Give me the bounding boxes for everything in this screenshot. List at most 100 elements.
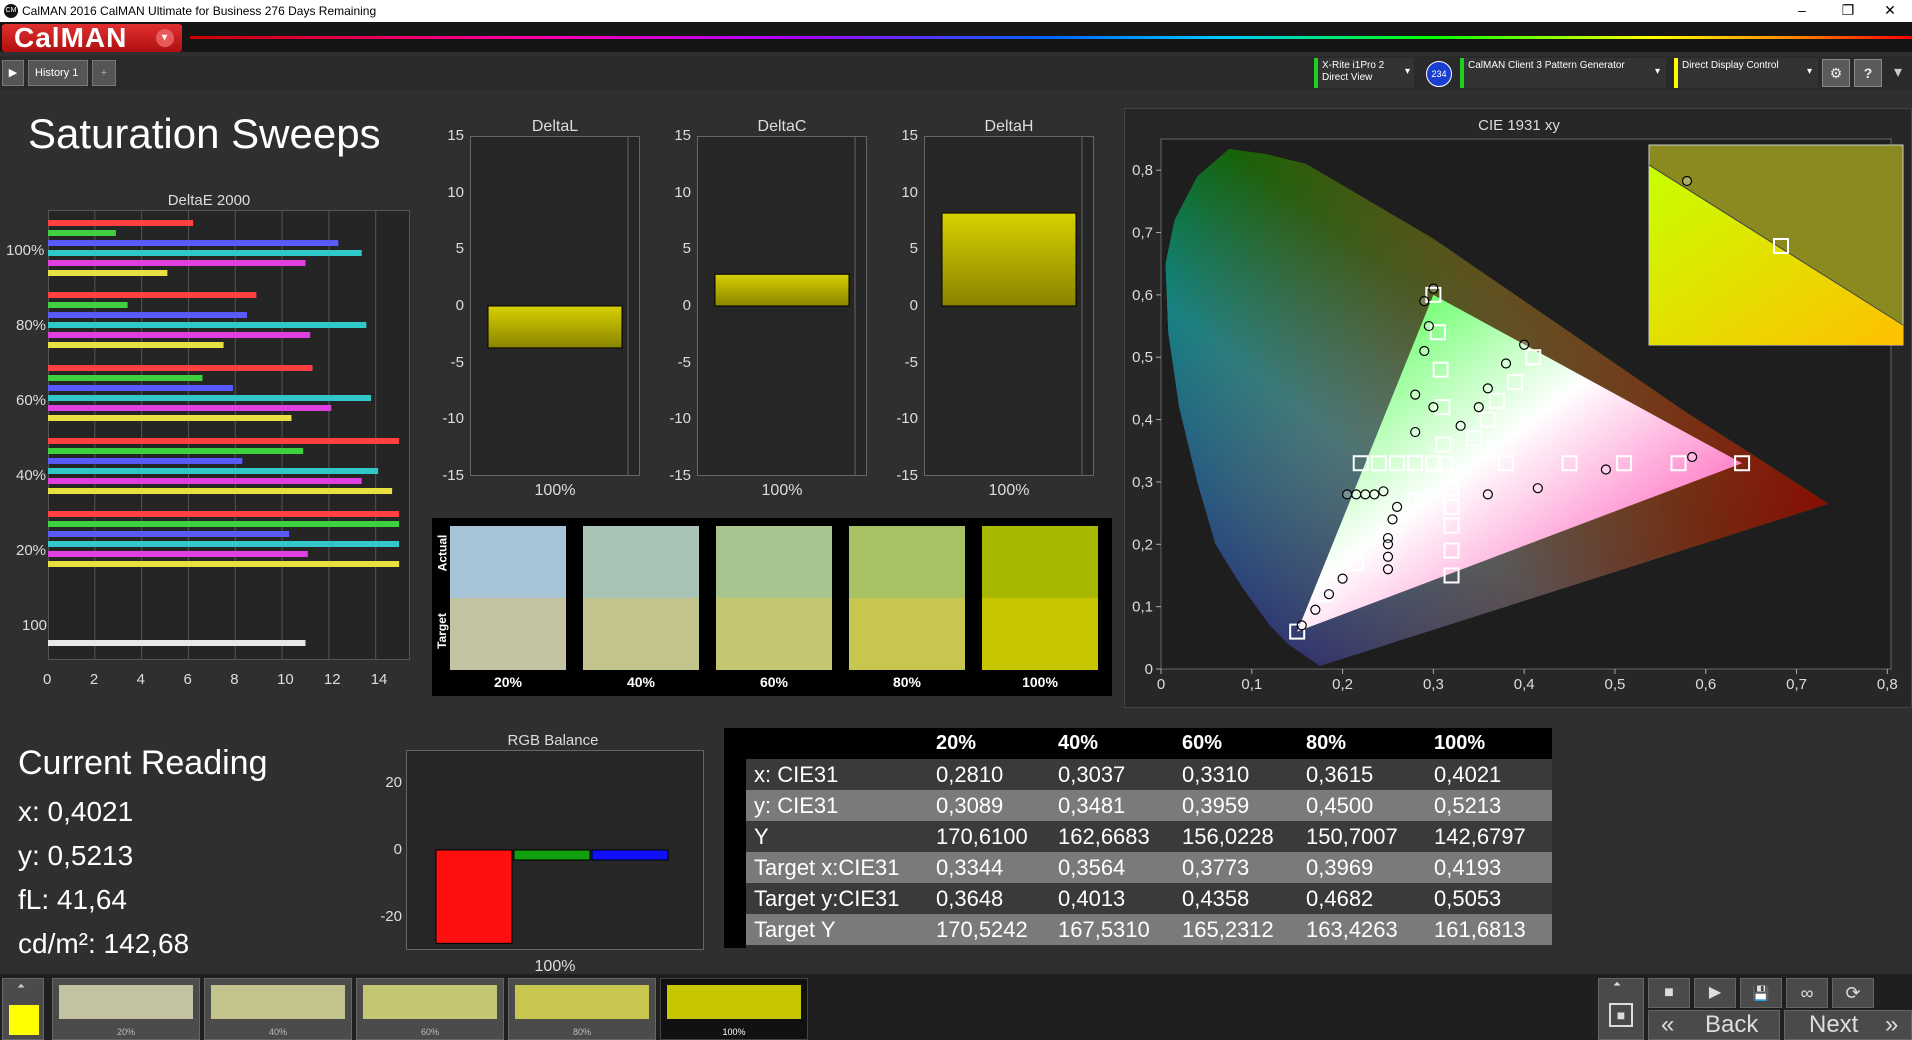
table-header-cell: 60% [1182, 732, 1223, 754]
next-button[interactable]: Next » [1784, 1010, 1912, 1040]
swatch-button[interactable]: 80% [508, 978, 656, 1040]
save-button[interactable]: 💾 [1740, 978, 1782, 1008]
deltae-x-tick: 14 [370, 671, 388, 688]
cie-y-tick: 0,5 [1132, 349, 1153, 366]
stop-button[interactable]: ⏶ ■ [1598, 978, 1644, 1040]
table-cell: 167,5310 [1058, 917, 1150, 942]
add-tab-button[interactable]: + [92, 60, 116, 86]
table-row-label: x: CIE31 [754, 762, 839, 787]
play-icon[interactable]: ▶ [2, 60, 24, 86]
swatch-button[interactable]: 40% [204, 978, 352, 1040]
meter-badge[interactable]: 234 [1426, 61, 1452, 87]
measured-marker [1382, 564, 1394, 575]
table-cell: 0,2810 [936, 762, 1004, 787]
meter-selector[interactable]: X-Rite i1Pro 2 Direct View ▾ [1314, 58, 1414, 88]
deltae-bar [48, 458, 243, 464]
deltae-bar [48, 220, 194, 226]
table-row: Y 170,6100 162,6683 156,0228 150,7007 142,679… [746, 821, 1552, 852]
deltac-plot [697, 136, 867, 476]
delta-y-tick: 5 [682, 240, 691, 258]
deltae-bar [48, 395, 372, 401]
rgb-y-tick: 0 [393, 841, 402, 858]
measured-marker [1600, 464, 1611, 475]
delta-bar [941, 212, 1077, 307]
play-button[interactable]: ▶ [1694, 978, 1736, 1008]
swatch-actual [849, 526, 965, 598]
page-title: Saturation Sweeps [28, 110, 381, 157]
actual-label: Actual [435, 534, 450, 572]
delta-y-tick: 0 [682, 297, 691, 314]
cie-x-tick: 0,7 [1786, 676, 1807, 693]
deltah-category: 100% [988, 482, 1030, 499]
table-cell: 0,3564 [1058, 855, 1126, 880]
cie-chart-svg: 0 0,1 0,2 0,3 0,4 0,5 0,6 0,7 0,8 0 0,1 0,2 0,3 0,4 0,… [1132, 138, 1904, 693]
deltae-bar [48, 488, 393, 494]
delta-y-tick: -15 [442, 467, 464, 484]
delta-bar [487, 305, 623, 349]
stop-icon: ■ [1609, 1003, 1633, 1027]
measured-marker [1410, 426, 1421, 438]
deltae-x-axis: 0 2 4 6 8 10 12 14 [43, 671, 410, 691]
table-row-label: Target Y [754, 917, 836, 942]
swatch-button[interactable]: 20% [52, 978, 200, 1040]
back-button[interactable]: « Back [1648, 1010, 1780, 1040]
deltac-chart: DeltaC 15 10 5 0 -5 -10 -15 100% [657, 118, 867, 508]
cie-y-tick: 0,2 [1132, 536, 1153, 553]
table-cell: 161,6813 [1434, 917, 1526, 942]
loop-button[interactable]: ∞ [1786, 978, 1828, 1008]
current-color-button[interactable]: ⏶ [2, 978, 44, 1040]
table-cell: 0,3959 [1182, 793, 1250, 818]
tab-history-1[interactable]: History 1 [28, 60, 88, 86]
measured-marker [1323, 589, 1335, 600]
table-cell: 0,4500 [1306, 793, 1374, 818]
pattern-generator-selector[interactable]: CalMAN Client 3 Pattern Generator ▾ [1460, 58, 1666, 88]
swatch-button[interactable]: 100% [660, 978, 808, 1040]
more-icon[interactable]: ▾ [1888, 59, 1908, 87]
swatch-color [59, 985, 193, 1019]
settings-icon[interactable]: ⚙ [1822, 59, 1850, 87]
delta-y-tick: 0 [455, 297, 464, 314]
deltae-x-tick: 0 [43, 671, 52, 688]
table-cell: 170,5242 [936, 917, 1028, 942]
delta-y-tick: -10 [896, 410, 918, 428]
close-button[interactable]: ✕ [1870, 2, 1910, 19]
table-row-label: Y [754, 824, 769, 849]
deltah-chart: DeltaH 15 10 5 0 -5 -10 -15 100% [884, 118, 1094, 508]
measured-marker [1455, 420, 1466, 431]
deltae-chart-area [48, 210, 410, 660]
measured-marker [1360, 489, 1371, 500]
up-arrow-icon: ⏶ [17, 981, 25, 992]
deltae-bar [48, 322, 367, 328]
cie-y-tick: 0,7 [1132, 225, 1153, 242]
swatch-color [667, 985, 801, 1019]
table-header-cell: 40% [1058, 732, 1099, 754]
restore-button[interactable]: ❐ [1828, 2, 1868, 19]
table-cell: 0,5053 [1434, 886, 1502, 911]
measured-marker [1296, 620, 1307, 631]
swatch-label: 100% [1022, 674, 1058, 690]
help-icon[interactable]: ? [1854, 59, 1882, 87]
back-arrow-icon: « [1661, 1011, 1675, 1038]
minimize-button[interactable]: – [1782, 2, 1822, 18]
rgb-balance-title: RGB Balance [507, 732, 599, 749]
deltac-svg [714, 136, 856, 476]
display-control-selector[interactable]: Direct Display Control ▾ [1674, 58, 1818, 88]
calman-menu-button[interactable]: CalMAN ▾ [2, 24, 182, 52]
rgb-bar [435, 849, 513, 944]
swatch-color [515, 985, 649, 1019]
record-button[interactable]: ■ [1648, 978, 1690, 1008]
swatch-button[interactable]: 60% [356, 978, 504, 1040]
rgb-balance-chart: 20 0 -20 100% [368, 750, 708, 975]
table-row-label: Target x:CIE31 [754, 855, 900, 880]
table-row: Target Y 170,5242 167,5310 165,2312 163,4263… [746, 914, 1552, 945]
refresh-button[interactable]: ⟳ [1832, 978, 1874, 1008]
deltae-bar [48, 302, 128, 308]
current-reading-title: Current Reading [18, 744, 268, 782]
table-cell: 0,3089 [936, 793, 1004, 818]
deltae-bar [48, 260, 306, 266]
delta-y-tick: -15 [669, 467, 691, 484]
deltae-x-tick: 8 [230, 671, 239, 688]
measured-marker [1482, 489, 1493, 500]
reading-x: x: 0,4021 [18, 796, 134, 827]
deltae-y-label: 80% [16, 317, 47, 334]
